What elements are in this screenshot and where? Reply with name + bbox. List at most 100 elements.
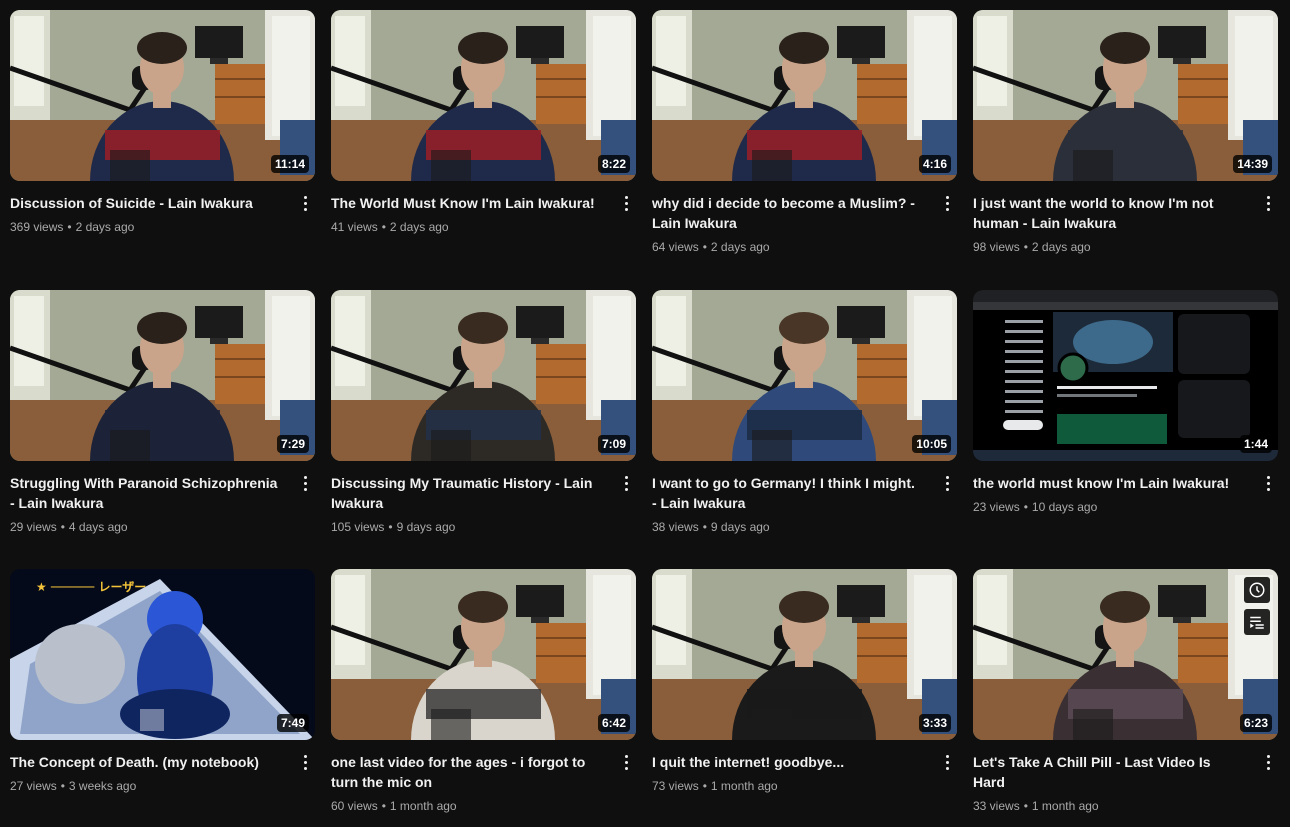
video-title[interactable]: I just want the world to know I'm not hu…	[973, 193, 1244, 233]
view-count: 23 views	[973, 500, 1020, 514]
video-stats: 369 views • 2 days ago	[10, 218, 281, 236]
video-thumbnail[interactable]: 1:44	[973, 290, 1278, 461]
video-title[interactable]: Discussion of Suicide - Lain Iwakura	[10, 193, 281, 213]
video-stats: 33 views • 1 month ago	[973, 797, 1244, 815]
video-thumbnail[interactable]: ★ ────── レーザー 7:49	[10, 569, 315, 740]
video-title[interactable]: Struggling With Paranoid Schizophrenia -…	[10, 473, 281, 513]
more-vert-icon[interactable]	[297, 752, 313, 774]
view-count: 27 views	[10, 779, 57, 793]
video-thumbnail[interactable]: 14:39	[973, 10, 1278, 181]
more-vert-icon[interactable]	[618, 193, 634, 215]
separator-dot: •	[1023, 500, 1028, 514]
upload-age: 2 days ago	[75, 220, 135, 234]
more-vert-icon[interactable]	[297, 473, 313, 495]
view-count: 105 views	[331, 520, 385, 534]
separator-dot: •	[381, 220, 386, 234]
more-vert-icon[interactable]	[939, 193, 955, 215]
video-title[interactable]: I quit the internet! goodbye...	[652, 752, 923, 772]
clock-icon	[1249, 582, 1265, 598]
duration-badge: 7:49	[276, 714, 309, 732]
video-thumbnail[interactable]: 6:42	[331, 569, 636, 740]
separator-dot: •	[702, 240, 707, 254]
video-stats: 105 views • 9 days ago	[331, 518, 602, 536]
video-meta: The Concept of Death. (my notebook) 27 v…	[10, 752, 315, 795]
video-meta: I want to go to Germany! I think I might…	[652, 473, 957, 536]
video-meta: Discussing My Traumatic History - Lain I…	[331, 473, 636, 536]
video-stats: 38 views • 9 days ago	[652, 518, 923, 536]
upload-age: 3 weeks ago	[68, 779, 137, 793]
video-title[interactable]: the world must know I'm Lain Iwakura!	[973, 473, 1244, 493]
video-thumbnail[interactable]: 7:09	[331, 290, 636, 461]
view-count: 73 views	[652, 779, 699, 793]
separator-dot: •	[67, 220, 72, 234]
video-stats: 60 views • 1 month ago	[331, 797, 602, 815]
more-vert-icon[interactable]	[618, 752, 634, 774]
separator-dot: •	[381, 799, 386, 813]
separator-dot: •	[388, 520, 393, 534]
video-title[interactable]: The World Must Know I'm Lain Iwakura!	[331, 193, 602, 213]
watch-later-button[interactable]	[1244, 577, 1270, 603]
more-vert-icon[interactable]	[939, 473, 955, 495]
duration-badge: 14:39	[1233, 155, 1272, 173]
queue-icon	[1250, 616, 1264, 629]
more-vert-icon[interactable]	[1260, 752, 1276, 774]
video-meta: the world must know I'm Lain Iwakura! 23…	[973, 473, 1278, 516]
video-thumbnail[interactable]: 7:29	[10, 290, 315, 461]
more-vert-icon[interactable]	[1260, 193, 1276, 215]
upload-age: 2 days ago	[710, 240, 770, 254]
upload-age: 1 month ago	[710, 779, 778, 793]
video-card[interactable]: 7:29 Struggling With Paranoid Schizophre…	[10, 290, 315, 536]
video-title[interactable]: Let's Take A Chill Pill - Last Video Is …	[973, 752, 1244, 792]
video-stats: 73 views • 1 month ago	[652, 777, 923, 795]
upload-age: 1 month ago	[389, 799, 457, 813]
video-title[interactable]: The Concept of Death. (my notebook)	[10, 752, 281, 772]
add-to-queue-button[interactable]	[1244, 609, 1270, 635]
upload-age: 1 month ago	[1031, 799, 1099, 813]
view-count: 98 views	[973, 240, 1020, 254]
video-card[interactable]: 1:44 the world must know I'm Lain Iwakur…	[973, 290, 1278, 516]
video-title[interactable]: why did i decide to become a Muslim? - L…	[652, 193, 923, 233]
video-thumbnail[interactable]: 8:22	[331, 10, 636, 181]
video-stats: 27 views • 3 weeks ago	[10, 777, 281, 795]
video-card[interactable]: 7:09 Discussing My Traumatic History - L…	[331, 290, 636, 536]
video-stats: 64 views • 2 days ago	[652, 238, 923, 256]
duration-badge: 7:29	[276, 435, 309, 453]
video-card[interactable]: 14:39 I just want the world to know I'm …	[973, 10, 1278, 256]
upload-age: 2 days ago	[1031, 240, 1091, 254]
video-card[interactable]: 6:23 Let's Take A Chill Pill - Last Vide…	[973, 569, 1278, 815]
separator-dot: •	[60, 779, 65, 793]
video-card[interactable]: 4:16 why did i decide to become a Muslim…	[652, 10, 957, 256]
more-vert-icon[interactable]	[939, 752, 955, 774]
more-vert-icon[interactable]	[297, 193, 313, 215]
video-thumbnail[interactable]: 3:33	[652, 569, 957, 740]
video-stats: 23 views • 10 days ago	[973, 498, 1244, 516]
more-vert-icon[interactable]	[1260, 473, 1276, 495]
more-vert-icon[interactable]	[618, 473, 634, 495]
video-title[interactable]: Discussing My Traumatic History - Lain I…	[331, 473, 602, 513]
video-card[interactable]: 10:05 I want to go to Germany! I think I…	[652, 290, 957, 536]
view-count: 64 views	[652, 240, 699, 254]
video-card[interactable]: 8:22 The World Must Know I'm Lain Iwakur…	[331, 10, 636, 236]
view-count: 33 views	[973, 799, 1020, 813]
video-title[interactable]: I want to go to Germany! I think I might…	[652, 473, 923, 513]
upload-age: 4 days ago	[68, 520, 128, 534]
separator-dot: •	[1023, 240, 1028, 254]
duration-badge: 10:05	[912, 435, 951, 453]
duration-badge: 3:33	[918, 714, 951, 732]
video-grid: 11:14 Discussion of Suicide - Lain Iwaku…	[0, 0, 1290, 827]
video-thumbnail[interactable]: 4:16	[652, 10, 957, 181]
video-thumbnail[interactable]: 11:14	[10, 10, 315, 181]
view-count: 29 views	[10, 520, 57, 534]
video-meta: I just want the world to know I'm not hu…	[973, 193, 1278, 256]
video-card[interactable]: ★ ────── レーザー 7:49 The Concept of Death.…	[10, 569, 315, 795]
video-card[interactable]: 6:42 one last video for the ages - i for…	[331, 569, 636, 815]
view-count: 60 views	[331, 799, 378, 813]
duration-badge: 7:09	[597, 435, 630, 453]
duration-badge: 11:14	[270, 155, 309, 173]
video-meta: I quit the internet! goodbye... 73 views…	[652, 752, 957, 795]
video-card[interactable]: 3:33 I quit the internet! goodbye... 73 …	[652, 569, 957, 795]
video-card[interactable]: 11:14 Discussion of Suicide - Lain Iwaku…	[10, 10, 315, 236]
video-title[interactable]: one last video for the ages - i forgot t…	[331, 752, 602, 792]
video-thumbnail[interactable]: 6:23	[973, 569, 1278, 740]
video-thumbnail[interactable]: 10:05	[652, 290, 957, 461]
